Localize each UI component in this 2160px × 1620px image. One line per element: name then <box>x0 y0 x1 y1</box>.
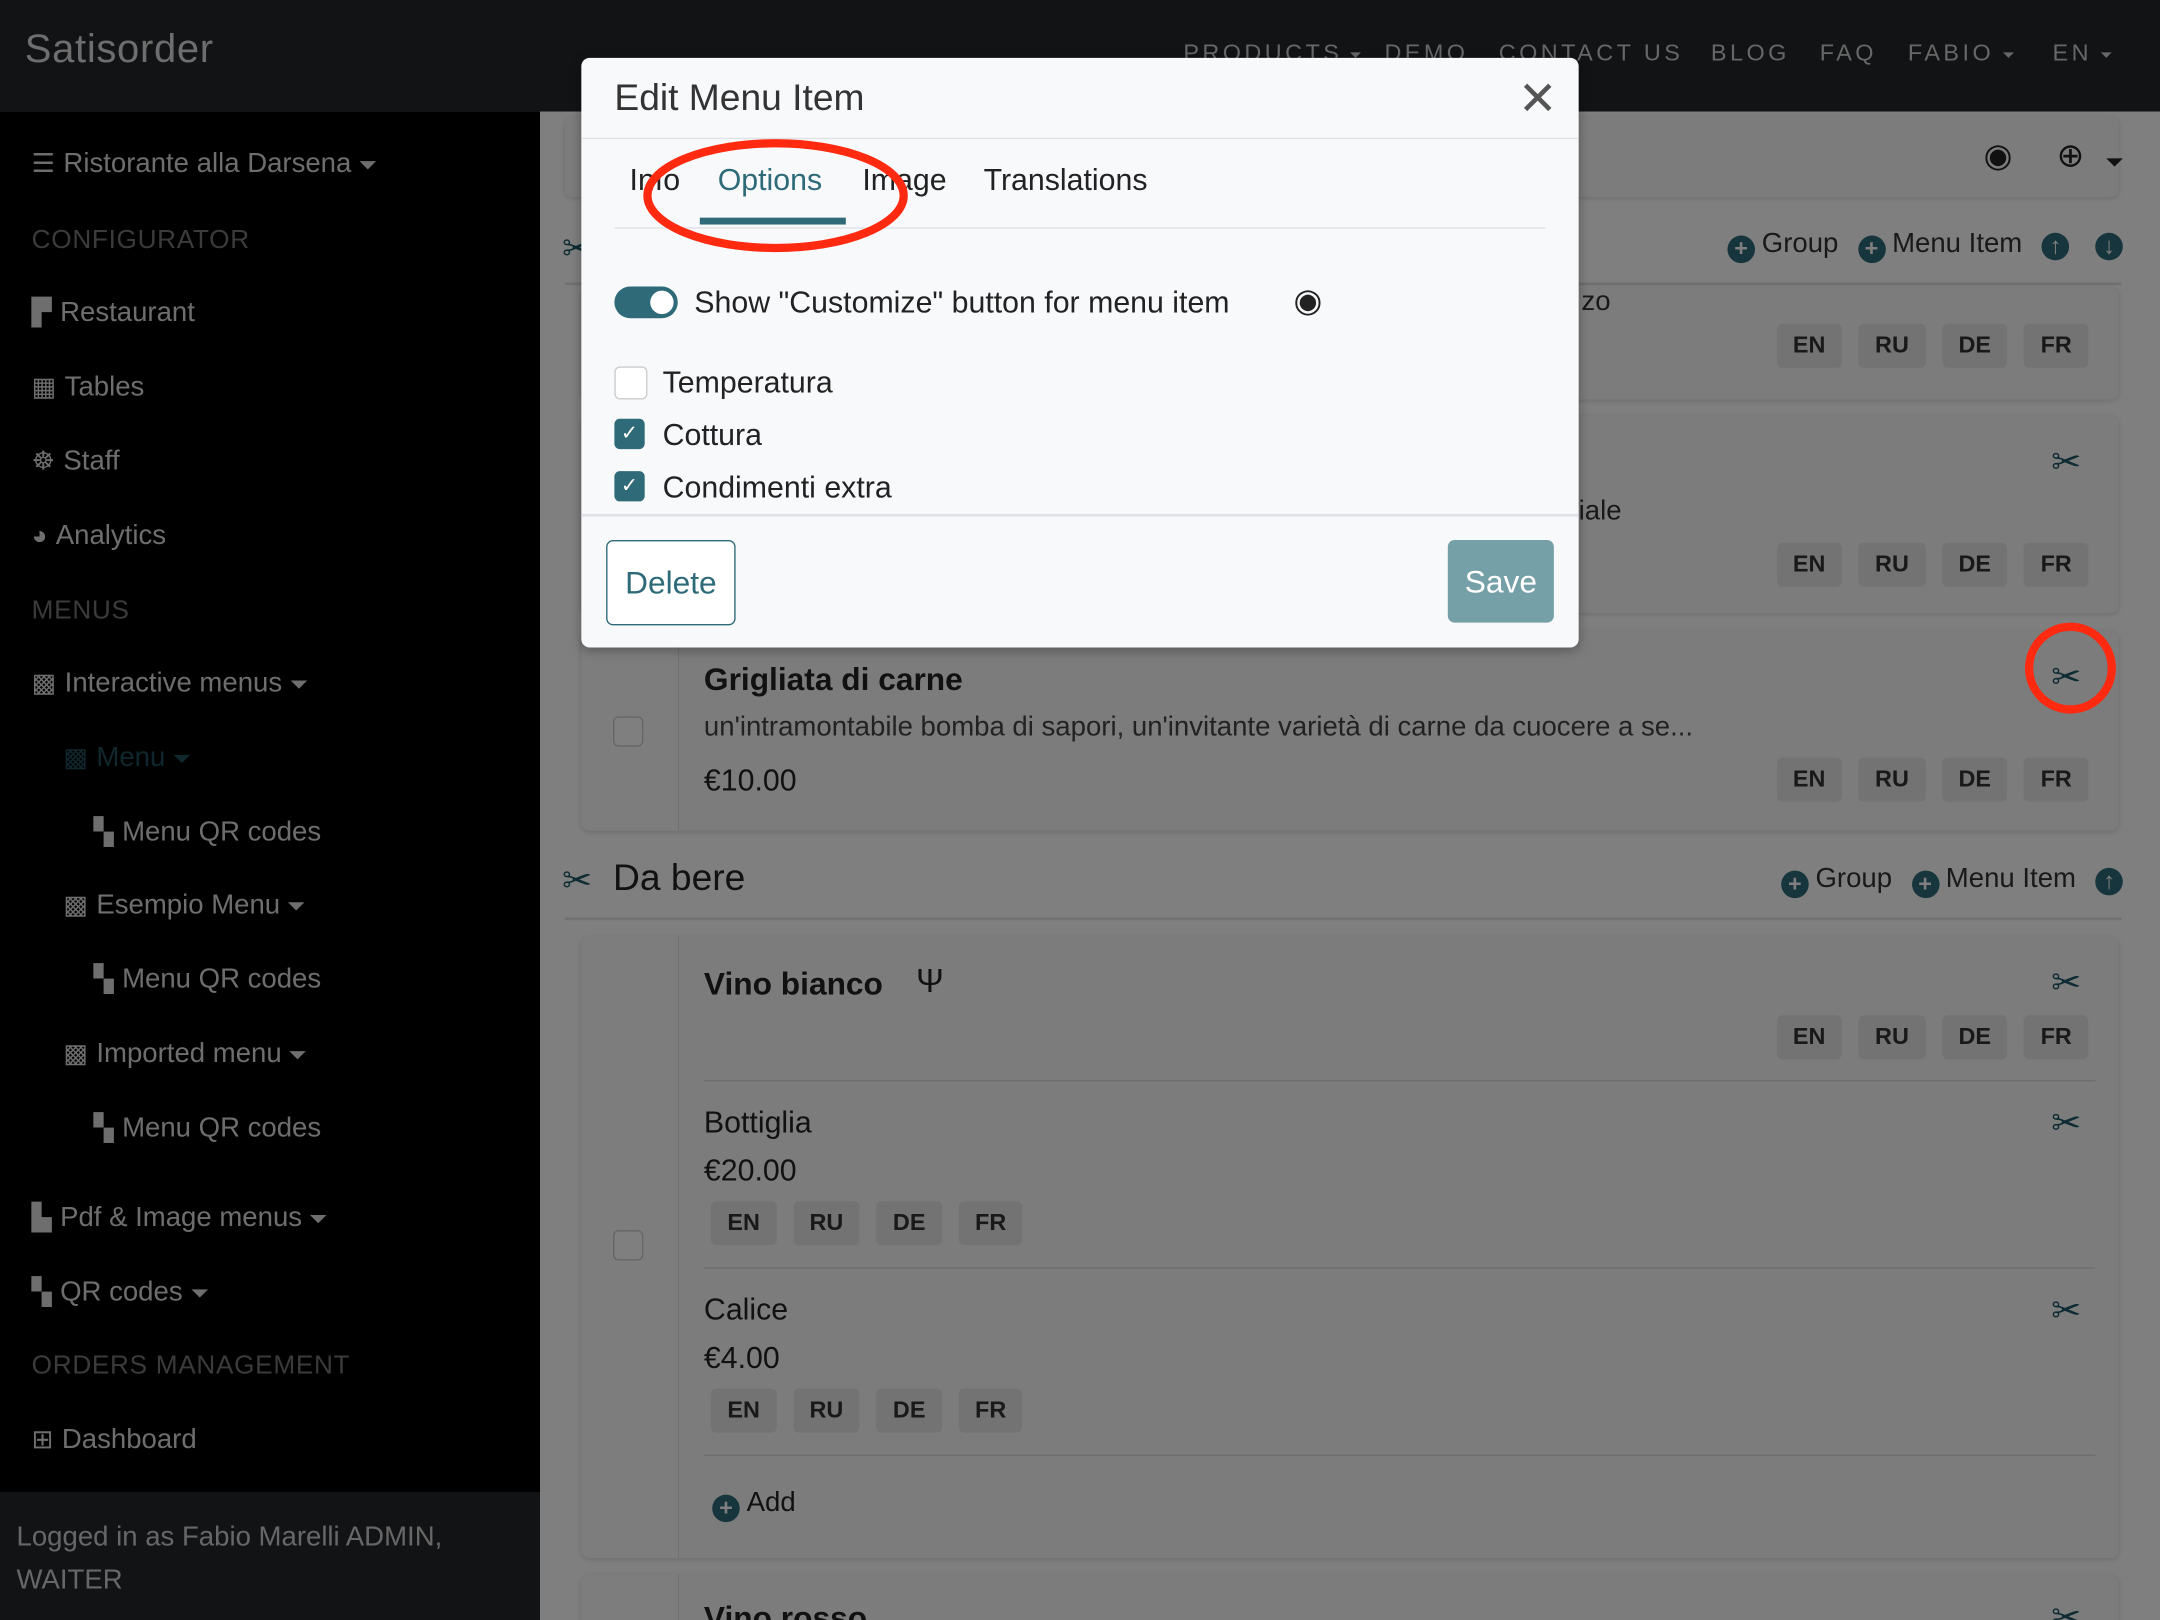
annotation-circle-options <box>643 139 908 253</box>
annotation-overlay <box>643 139 2116 714</box>
annotation-circle-wrench <box>2024 622 2116 714</box>
